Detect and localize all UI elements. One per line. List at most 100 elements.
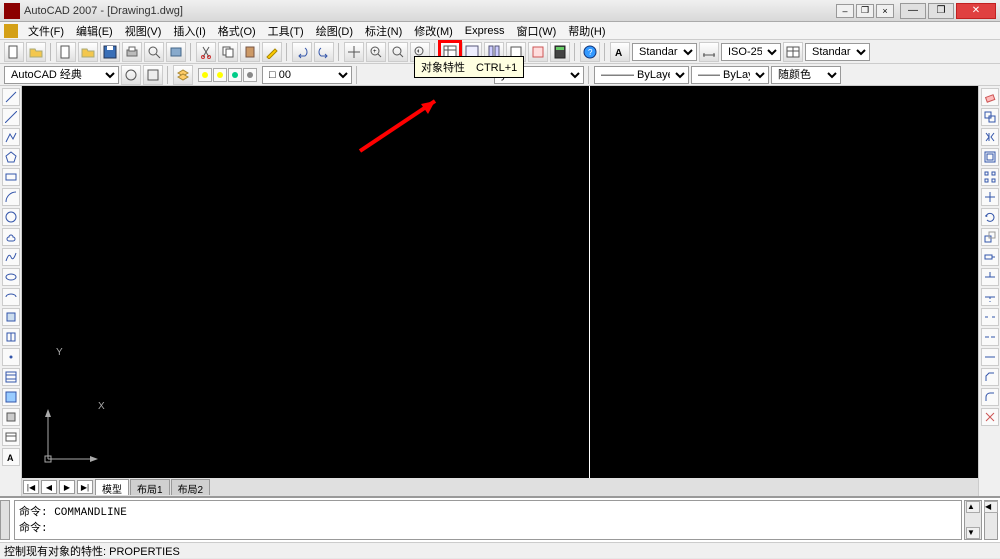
menu-tools[interactable]: 工具(T) <box>262 22 310 40</box>
rectangle-button[interactable] <box>2 168 20 186</box>
menu-draw[interactable]: 绘图(D) <box>310 22 359 40</box>
join-button[interactable] <box>981 348 999 366</box>
close-button[interactable]: ✕ <box>956 3 996 19</box>
plot-button[interactable] <box>122 42 142 62</box>
polygon-button[interactable] <box>2 148 20 166</box>
move-button[interactable] <box>981 188 999 206</box>
textstyle-select[interactable]: Standard <box>632 43 697 61</box>
textstyle-icon[interactable]: A <box>610 42 630 62</box>
drawing-canvas[interactable]: Y X <box>22 86 978 478</box>
menu-edit[interactable]: 编辑(E) <box>70 22 119 40</box>
workspace-save-button[interactable] <box>143 65 163 85</box>
paste-button[interactable] <box>240 42 260 62</box>
menu-modify[interactable]: 修改(M) <box>408 22 459 40</box>
arc-button[interactable] <box>2 188 20 206</box>
revcloud-button[interactable] <box>2 228 20 246</box>
mirror-button[interactable] <box>981 128 999 146</box>
explode-button[interactable] <box>981 408 999 426</box>
command-grip[interactable] <box>0 500 10 540</box>
scale-button[interactable] <box>981 228 999 246</box>
gradient-button[interactable] <box>2 388 20 406</box>
open-button[interactable] <box>26 42 46 62</box>
menu-window[interactable]: 窗口(W) <box>511 22 563 40</box>
lineweight-select[interactable]: —— ByLayer <box>691 66 769 84</box>
fillet-button[interactable] <box>981 388 999 406</box>
break-button[interactable] <box>981 328 999 346</box>
undo-button[interactable] <box>292 42 312 62</box>
menu-insert[interactable]: 插入(I) <box>167 22 211 40</box>
tab-nav-prev[interactable]: ◀ <box>41 480 57 494</box>
point-button[interactable] <box>2 348 20 366</box>
pan-button[interactable] <box>344 42 364 62</box>
tablestyle-select[interactable]: Standard <box>805 43 870 61</box>
menu-format[interactable]: 格式(O) <box>212 22 262 40</box>
tab-layout2[interactable]: 布局2 <box>171 479 211 495</box>
mtext-button[interactable]: A <box>2 448 20 466</box>
publish-button[interactable] <box>166 42 186 62</box>
insert-block-button[interactable] <box>2 308 20 326</box>
layer-on-icon[interactable] <box>198 68 212 82</box>
extend-button[interactable] <box>981 288 999 306</box>
dimstyle-select[interactable]: ISO-25 <box>721 43 781 61</box>
maximize-button[interactable]: ❐ <box>928 3 954 19</box>
tab-nav-last[interactable]: ▶| <box>77 480 93 494</box>
workspace-settings-button[interactable] <box>121 65 141 85</box>
markup-button[interactable] <box>528 42 548 62</box>
ellipse-button[interactable] <box>2 268 20 286</box>
cut-button[interactable] <box>196 42 216 62</box>
qnew-button[interactable] <box>4 42 24 62</box>
offset-button[interactable] <box>981 148 999 166</box>
layer-plot-icon[interactable] <box>243 68 257 82</box>
plot-preview-button[interactable] <box>144 42 164 62</box>
menu-express[interactable]: Express <box>459 24 511 38</box>
menu-dimension[interactable]: 标注(N) <box>359 22 408 40</box>
doc-close-button[interactable]: × <box>876 4 894 18</box>
open2-button[interactable] <box>78 42 98 62</box>
workspace-select[interactable]: AutoCAD 经典 <box>4 66 119 84</box>
scroll-down-button[interactable]: ▼ <box>966 527 980 539</box>
save-button[interactable] <box>100 42 120 62</box>
line-button[interactable] <box>2 88 20 106</box>
copy-obj-button[interactable] <box>981 108 999 126</box>
scroll-left-button[interactable]: ◀ <box>984 501 998 513</box>
scroll-up-button[interactable]: ▲ <box>966 501 980 513</box>
command-scrollbar[interactable]: ▲ ▼ <box>964 500 982 540</box>
command-line[interactable]: 命令: COMMANDLINE 命令: <box>14 500 962 540</box>
erase-button[interactable] <box>981 88 999 106</box>
color-select[interactable]: 随颜色 <box>771 66 841 84</box>
layer-properties-button[interactable] <box>173 65 193 85</box>
pline-button[interactable] <box>2 128 20 146</box>
new-button[interactable] <box>56 42 76 62</box>
doc-min-button[interactable]: – <box>836 4 854 18</box>
xline-button[interactable] <box>2 108 20 126</box>
chamfer-button[interactable] <box>981 368 999 386</box>
spline-button[interactable] <box>2 248 20 266</box>
tab-model[interactable]: 模型 <box>95 479 129 495</box>
stretch-button[interactable] <box>981 248 999 266</box>
quickcalc-button[interactable] <box>550 42 570 62</box>
tab-nav-first[interactable]: |◀ <box>23 480 39 494</box>
trim-button[interactable] <box>981 268 999 286</box>
layer-select[interactable]: □ 00 <box>262 66 352 84</box>
minimize-button[interactable]: — <box>900 3 926 19</box>
menu-file[interactable]: 文件(F) <box>22 22 70 40</box>
doc-max-button[interactable]: ❐ <box>856 4 874 18</box>
command-resize-grip[interactable]: ◀ <box>984 500 998 540</box>
copy-button[interactable] <box>218 42 238 62</box>
layer-freeze-icon[interactable] <box>213 68 227 82</box>
ellipse-arc-button[interactable] <box>2 288 20 306</box>
make-block-button[interactable] <box>2 328 20 346</box>
redo-button[interactable] <box>314 42 334 62</box>
hatch-button[interactable] <box>2 368 20 386</box>
tab-nav-next[interactable]: ▶ <box>59 480 75 494</box>
break-point-button[interactable] <box>981 308 999 326</box>
zoom-realtime-button[interactable]: + <box>366 42 386 62</box>
array-button[interactable] <box>981 168 999 186</box>
help-button[interactable]: ? <box>580 42 600 62</box>
zoom-window-button[interactable] <box>388 42 408 62</box>
menu-help[interactable]: 帮助(H) <box>562 22 611 40</box>
tablestyle-icon[interactable] <box>783 42 803 62</box>
table-button[interactable] <box>2 428 20 446</box>
dimstyle-icon[interactable] <box>699 42 719 62</box>
layer-lock-icon[interactable] <box>228 68 242 82</box>
